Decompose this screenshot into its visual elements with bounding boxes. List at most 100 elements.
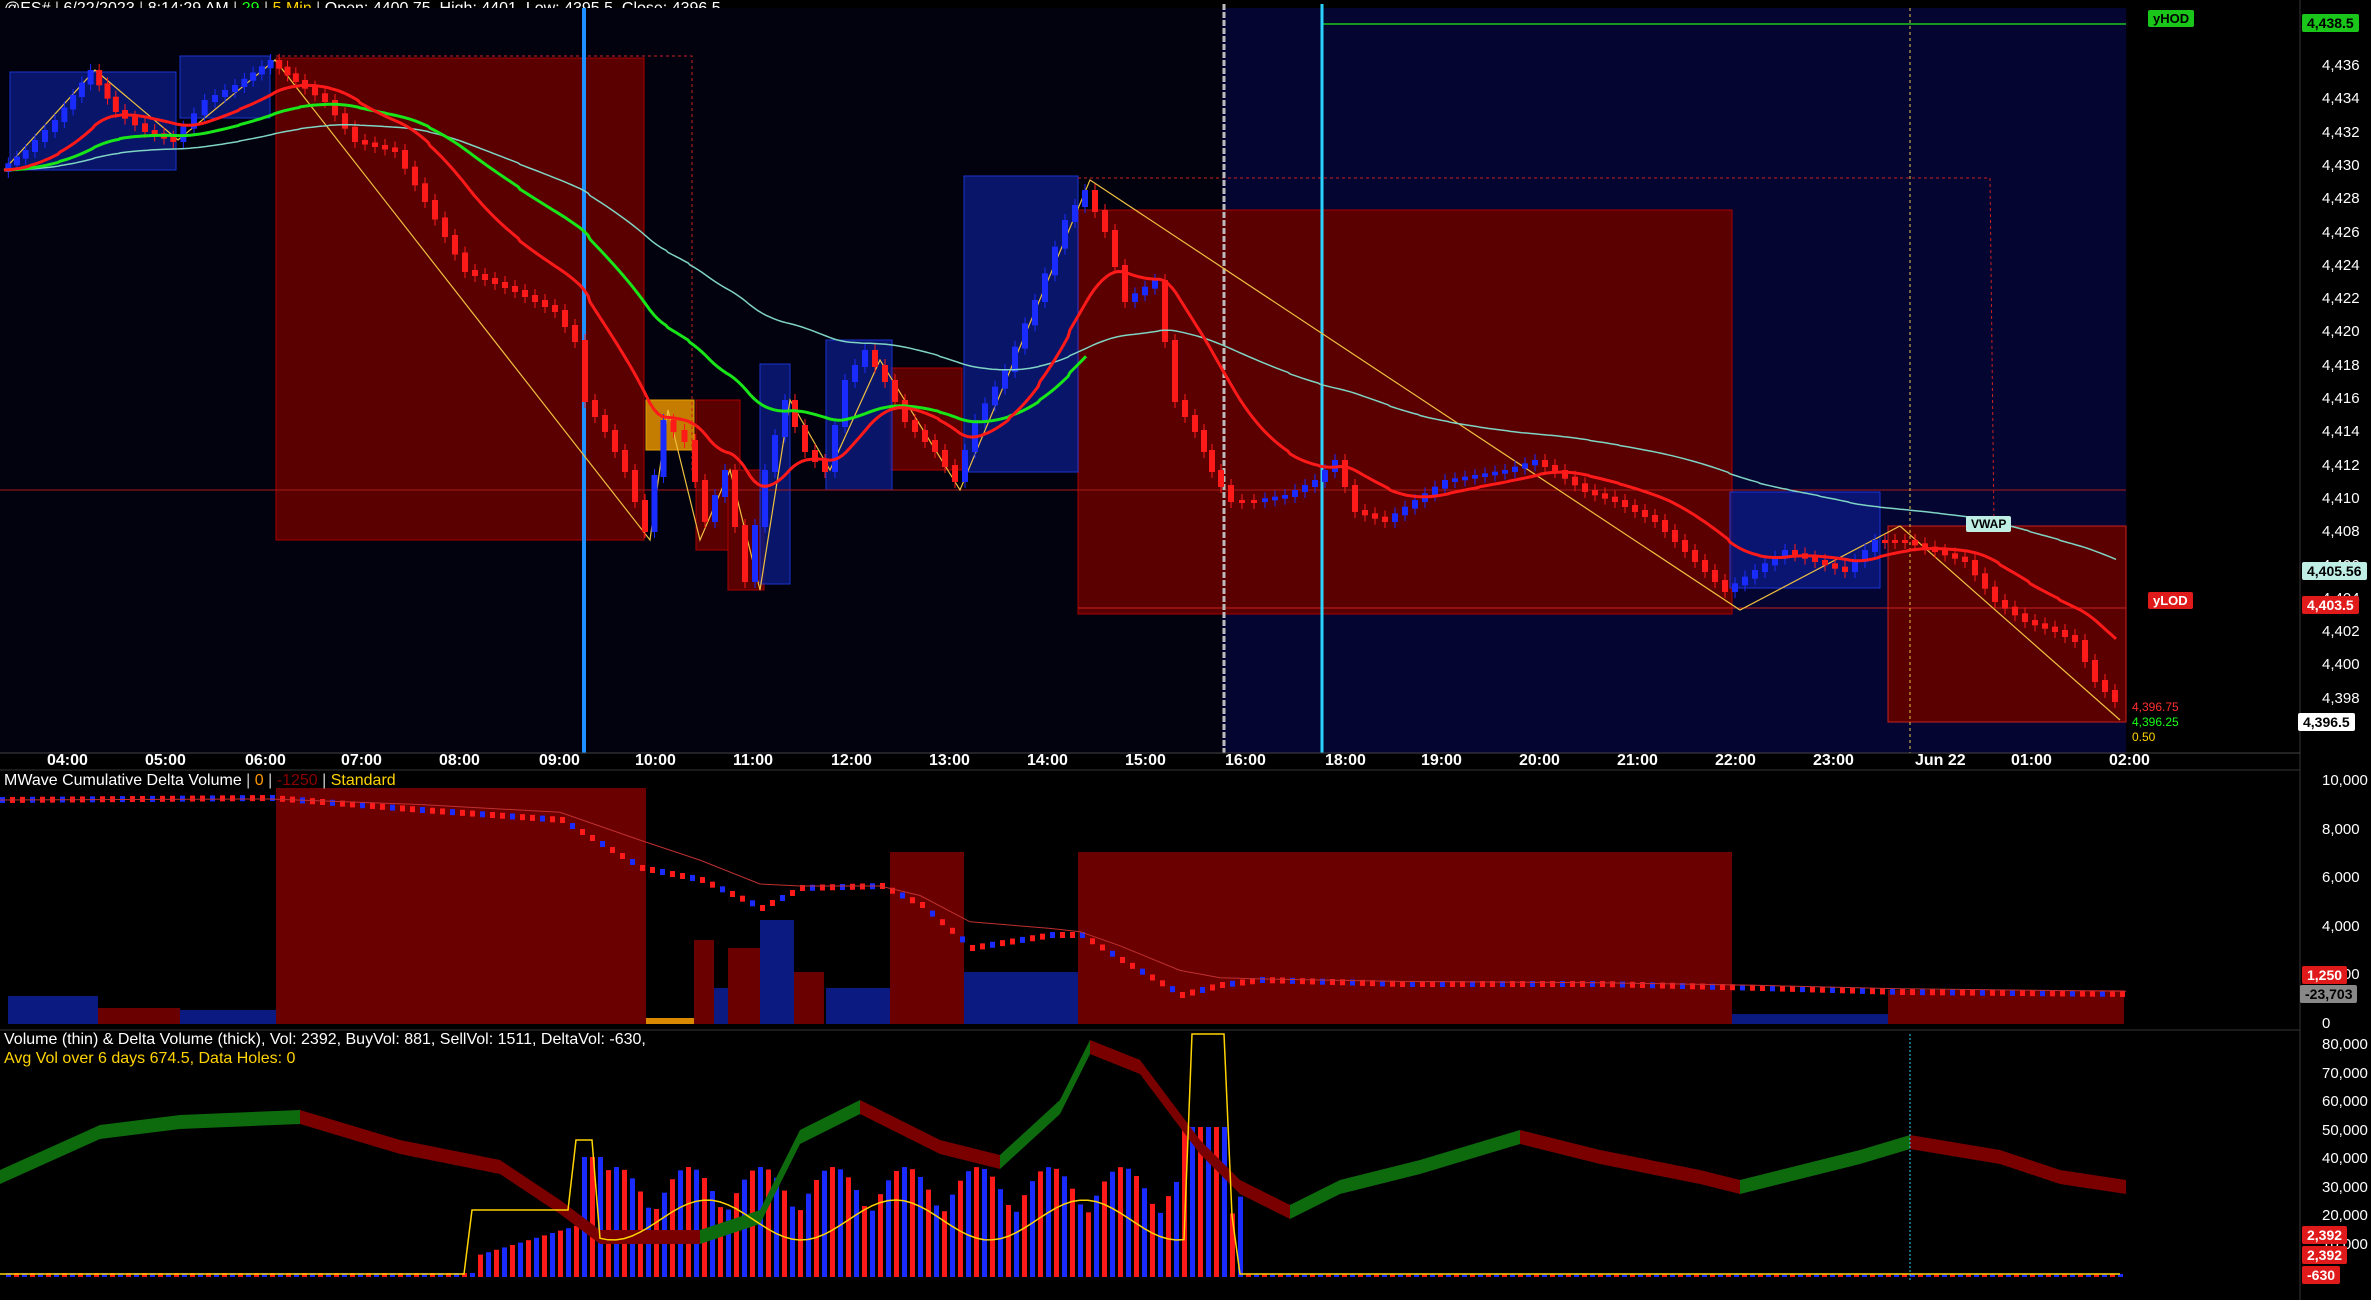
candle-body [902,400,908,422]
candle-body [722,470,728,497]
candle-body [1302,485,1308,492]
delta-candle [1030,935,1035,942]
candle-body [1162,280,1168,342]
volume-bar [1150,1203,1155,1277]
candle-body [1612,496,1618,502]
delta-candle [1130,962,1135,969]
volume-bar [854,1190,859,1277]
delta-candle [780,895,785,901]
delta-candle [720,886,725,893]
price-chart-canvas[interactable] [0,0,2371,1300]
candle-body [1742,576,1748,586]
delta-candle [1010,938,1015,945]
candle-body [1482,473,1488,477]
volume-bar [870,1210,875,1277]
delta-candle [850,883,855,890]
candle-body [782,400,788,437]
delta-candle [830,884,835,891]
volume-bar [1158,1212,1163,1277]
delta-candle [1860,987,1865,994]
delta-candle [950,927,955,934]
delta-candle [1830,987,1835,993]
candle-body [992,386,998,406]
volume-tick-label: 50,000 [2322,1121,2368,1139]
delta-block [964,972,1078,1024]
candle-body [1702,560,1708,572]
delta-candle [200,795,205,802]
delta-candle [270,795,275,801]
candle-body [1312,480,1318,487]
candle-body [422,183,428,202]
candle-body [612,430,618,452]
delta-candle [160,795,165,802]
range-box [963,175,1079,473]
delta-candle [1890,988,1895,995]
volume-bar [766,1169,771,1277]
candle-body [472,270,478,276]
delta-candle [2000,989,2005,996]
delta-candle [2040,990,2045,997]
delta-block [646,1018,694,1024]
candle-body [660,420,667,477]
delta-candle [330,799,335,806]
delta-tick-label: 8,000 [2322,820,2360,838]
candle-body [1012,346,1018,372]
delta-candle [700,877,705,883]
delta-candle [980,943,985,950]
delta-wave-segment [1290,1180,1340,1219]
delta-candle [680,873,685,879]
delta-candle [770,900,775,906]
delta-candle [450,809,455,816]
time-tick-label: 06:00 [245,752,286,769]
delta-candle [640,865,645,871]
volume-bar [830,1167,835,1277]
delta-wave-segment [500,1160,560,1214]
delta-candle [1840,987,1845,994]
volume-bar [806,1193,811,1277]
volume-bar [542,1235,547,1277]
volume-bar [630,1178,635,1277]
volume-bar [678,1170,683,1277]
candle-body [1201,430,1207,452]
delta-candle [1100,944,1105,951]
price-tick-label: 4,434 [2322,90,2360,108]
delta-candle [1790,985,1795,992]
time-tick-label: 07:00 [341,752,382,769]
volume-bar [1030,1181,1035,1277]
delta-candle [150,795,155,802]
candle-body [1762,563,1768,572]
delta-candle [910,897,915,904]
delta-wave-segment [300,1110,400,1154]
delta-candle [210,795,215,802]
candle-body [1992,586,1998,602]
volume-bar [910,1169,915,1277]
delta-wave-segment [940,1140,1000,1169]
delta-candle [1020,936,1025,943]
volume-bar [550,1233,555,1277]
candle-body [1032,300,1038,326]
delta-candle [460,809,465,816]
candle-body [1239,500,1245,503]
delta-candle [760,905,765,911]
volume-bar [918,1176,923,1277]
candle-body [1792,550,1798,556]
candle-body [142,123,148,132]
delta-candle [280,795,285,802]
delta-candle [1240,979,1245,986]
volume-bar [622,1169,627,1277]
candle-body [742,525,748,582]
volume-bar [1166,1196,1171,1277]
time-tick-label: 18:00 [1325,752,1366,769]
delta-candle [2050,990,2055,997]
candle-body [1082,190,1088,207]
candle-body [1251,500,1257,503]
delta-candle [240,795,245,802]
candle-body [1352,485,1358,512]
price-tick-label: 4,432 [2322,123,2360,141]
volume-bar [814,1179,819,1277]
volume-bar [926,1189,931,1277]
candle-body [1622,500,1628,507]
candle-body [1972,560,1978,576]
delta-candle [1910,989,1915,996]
price-tick-label: 4,420 [2322,323,2360,341]
